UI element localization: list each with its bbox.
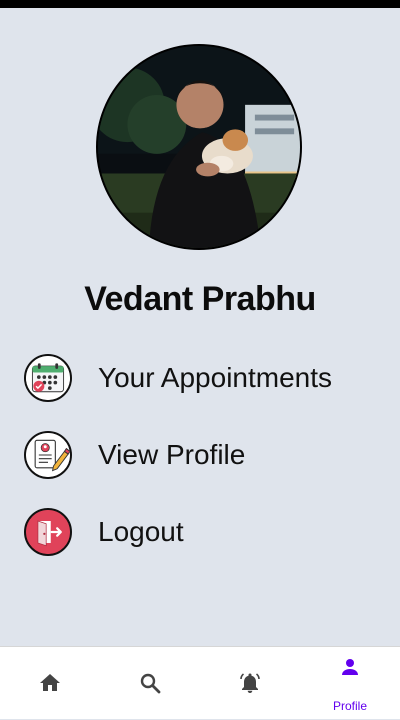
person-icon [342,659,358,675]
menu-label-logout: Logout [98,516,184,547]
bottom-navigation: Profile [0,646,400,719]
nav-item-search[interactable] [100,647,200,720]
calendar-check-icon [24,354,72,402]
menu-item-logout[interactable]: Logout [24,508,384,560]
nav-item-home[interactable] [0,647,100,720]
menu-label-appointments: Your Appointments [98,362,333,393]
profile-photo [98,46,300,248]
menu-item-appointments[interactable]: Your Appointments [24,354,384,406]
menu-label-view-profile: View Profile [98,439,246,470]
search-icon [140,673,161,694]
home-icon [40,674,60,691]
nav-item-profile[interactable]: Profile [300,647,400,720]
nav-item-notifications[interactable] [200,647,300,720]
profile-document-edit-icon [24,431,72,479]
menu-item-view-profile[interactable]: View Profile [24,431,384,483]
nav-label-profile: Profile [332,699,367,713]
notification-bell-icon [240,673,260,693]
user-name: Vedant Prabhu [84,280,316,318]
profile-screen: Vedant Prabhu Your Appointments View Pro… [0,8,400,646]
logout-door-icon [24,508,72,556]
avatar [96,44,302,250]
status-bar [0,0,400,8]
